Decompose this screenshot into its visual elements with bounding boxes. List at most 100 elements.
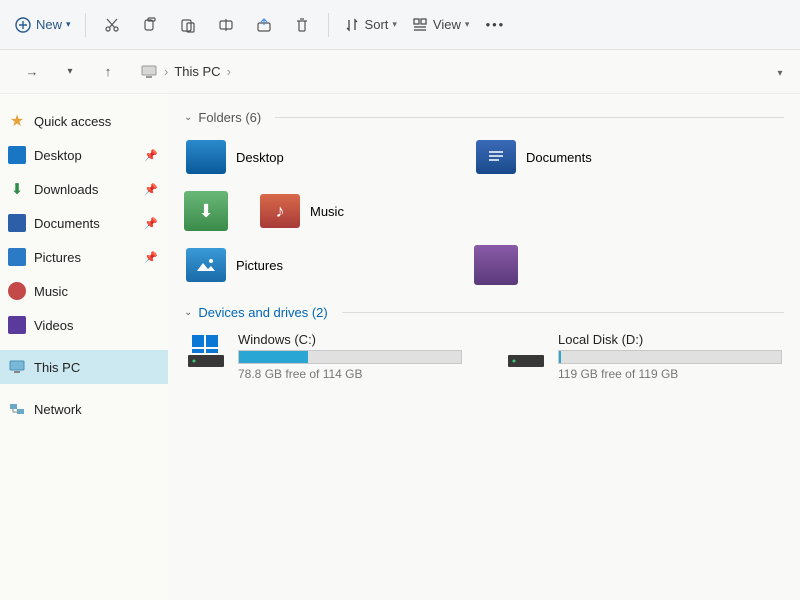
folder-icon: ♪ [260,194,300,228]
pin-icon: 📌 [144,149,158,162]
cut-button[interactable] [94,7,130,43]
chevron-down-icon: ⌄ [184,307,192,318]
videos-icon [8,316,26,334]
separator [85,13,86,37]
sidebar-item-label: Desktop [34,148,82,163]
more-icon: ••• [486,17,506,32]
view-label: View [433,17,461,32]
download-icon: ⬇ [184,191,228,231]
folder-documents[interactable]: Documents [474,135,734,179]
music-icon: ♪ [276,201,285,222]
share-icon [255,16,273,34]
chevron-down-icon: ▾ [67,66,72,77]
up-button[interactable]: ↑ [94,58,122,86]
paste-button[interactable] [170,7,206,43]
drive-d[interactable]: Local Disk (D:) 119 GB free of 119 GB [504,330,784,383]
sidebar-item-documents[interactable]: Documents 📌 [0,206,168,240]
folder-icon [186,248,226,282]
toolbar: New ▾ Sort ▾ [0,0,800,50]
sidebar-item-label: Network [34,402,82,417]
pin-icon: 📌 [144,217,158,230]
folder-label: Desktop [236,150,284,165]
address-dropdown[interactable]: ▾ [768,64,792,79]
breadcrumb-location: This PC [174,64,220,79]
sidebar-item-music[interactable]: Music [0,274,168,308]
body: ★ Quick access Desktop 📌 ⬇ Downloads 📌 D… [0,94,800,600]
forward-button[interactable]: → [18,58,46,86]
sidebar-item-label: Videos [34,318,74,333]
arrow-right-icon: → [26,64,39,79]
trash-icon [293,16,311,34]
view-icon [411,16,429,34]
copy-button[interactable] [132,7,168,43]
download-icon: ⬇ [8,180,26,198]
rename-button[interactable] [208,7,244,43]
view-button[interactable]: View ▾ [405,7,475,43]
sidebar-item-label: Pictures [34,250,81,265]
section-title: Folders (6) [198,110,261,125]
more-button[interactable]: ••• [477,7,513,43]
drive-info: Local Disk (D:) 119 GB free of 119 GB [558,332,782,381]
sidebar-item-label: Documents [34,216,100,231]
documents-icon [8,214,26,232]
new-label: New [36,17,62,32]
content-pane: ⌄ Folders (6) Desktop Documents ⬇ ♪ [168,94,800,600]
sidebar-item-label: Music [34,284,68,299]
chevron-down-icon: ▾ [66,19,71,30]
paste-icon [179,16,197,34]
sort-button[interactable]: Sort ▾ [337,7,403,43]
chevron-down-icon: ▾ [465,19,470,30]
sidebar-item-label: This PC [34,360,80,375]
sidebar-item-downloads[interactable]: ⬇ Downloads 📌 [0,172,168,206]
folder-music[interactable]: ♪ Music [258,189,518,233]
drive-c[interactable]: Windows (C:) 78.8 GB free of 114 GB [184,330,464,383]
sidebar: ★ Quick access Desktop 📌 ⬇ Downloads 📌 D… [0,94,168,600]
drive-usage-bar [558,350,782,364]
folder-pictures[interactable]: Pictures [184,243,444,287]
star-icon: ★ [8,112,26,130]
sidebar-item-this-pc[interactable]: This PC [0,350,168,384]
folder-icon [186,140,226,174]
chevron-right-icon: › [227,64,231,79]
pc-icon [140,63,158,81]
delete-button[interactable] [284,7,320,43]
drive-icon [186,332,226,372]
sidebar-item-pictures[interactable]: Pictures 📌 [0,240,168,274]
share-button[interactable] [246,7,282,43]
cut-icon [103,16,121,34]
separator [328,13,329,37]
drives-grid: Windows (C:) 78.8 GB free of 114 GB Loca… [184,330,784,383]
folder-videos[interactable] [474,245,518,285]
copy-icon [141,16,159,34]
drive-name: Local Disk (D:) [558,332,782,347]
sort-icon [343,16,361,34]
section-title: Devices and drives (2) [198,305,327,320]
folder-desktop[interactable]: Desktop [184,135,444,179]
pin-icon: 📌 [144,183,158,196]
desktop-icon [8,146,26,164]
chevron-down-icon: ⌄ [184,112,192,123]
sidebar-item-videos[interactable]: Videos [0,308,168,342]
folder-label: Documents [526,150,592,165]
folder-downloads[interactable]: ⬇ [184,191,228,231]
sidebar-item-network[interactable]: Network [0,392,168,426]
section-header-drives[interactable]: ⌄ Devices and drives (2) [184,305,784,320]
address-bar: → ▾ ↑ › This PC › ▾ [0,50,800,94]
drive-icon [506,332,546,372]
sidebar-item-desktop[interactable]: Desktop 📌 [0,138,168,172]
new-button[interactable]: New ▾ [8,7,77,43]
breadcrumb[interactable]: › This PC › [132,59,758,85]
divider [342,312,784,313]
arrow-up-icon: ↑ [105,64,112,79]
chevron-down-icon: ▾ [777,68,782,79]
sidebar-item-label: Downloads [34,182,98,197]
chevron-down-icon: ▾ [392,19,397,30]
sidebar-item-label: Quick access [34,114,111,129]
sidebar-item-quick-access[interactable]: ★ Quick access [0,104,168,138]
folder-label: Pictures [236,258,283,273]
section-header-folders[interactable]: ⌄ Folders (6) [184,110,784,125]
rename-icon [217,16,235,34]
recent-button[interactable]: ▾ [56,58,84,86]
sort-label: Sort [365,17,389,32]
drive-name: Windows (C:) [238,332,462,347]
